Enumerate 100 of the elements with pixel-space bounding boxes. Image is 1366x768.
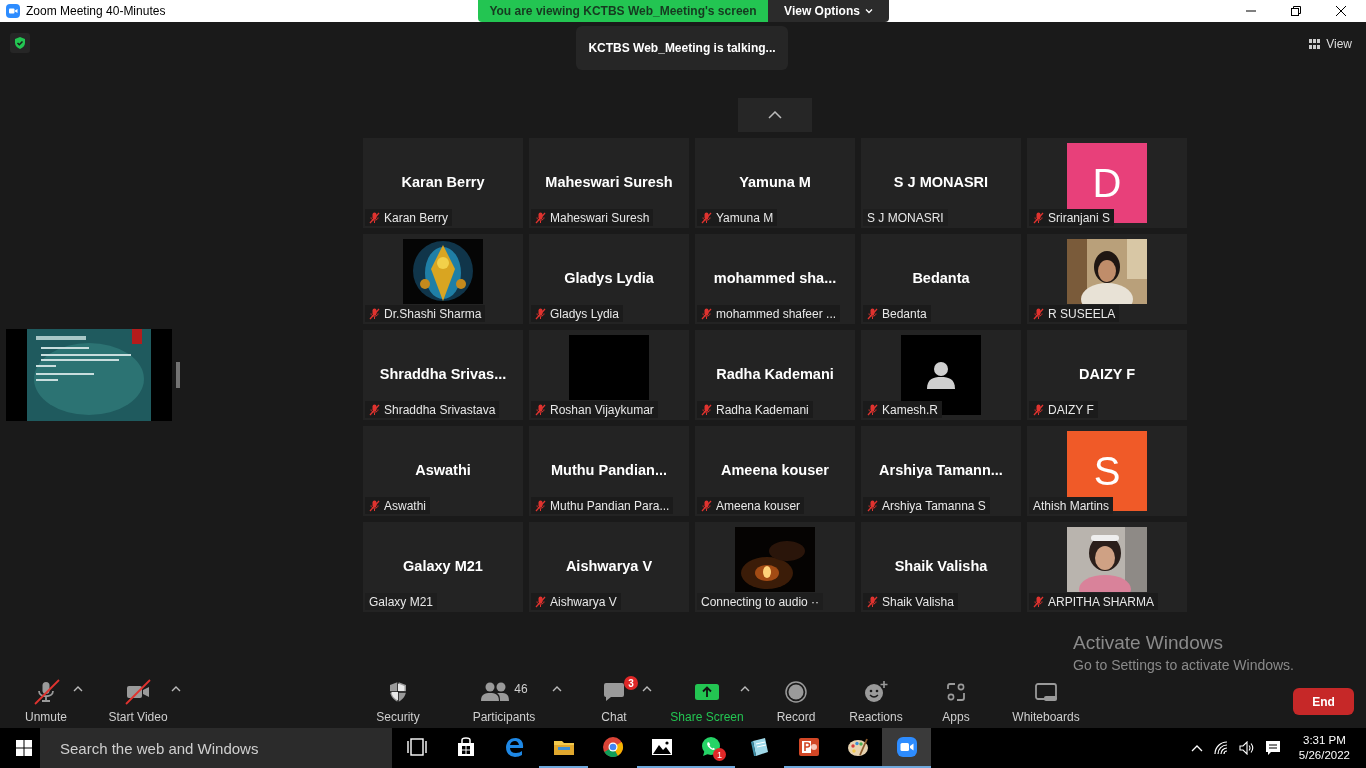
participant-label: Yamuna M [716,210,774,225]
participant-label: Shraddha Srivastava [384,402,496,417]
muted-mic-icon [369,403,380,416]
chevron-up-icon [642,686,652,692]
search-field[interactable]: Search the web and Windows [40,728,392,768]
participant-label: Shaik Valisha [882,594,954,609]
grid-icon [1309,39,1321,49]
participant-count: 46 [514,682,528,696]
participant-label: Kamesh.R [882,402,939,417]
participant-name: Gladys Lydia [564,270,654,286]
participant-label: Bedanta [882,306,927,321]
muted-mic-icon [369,307,380,320]
participant-name: Radha Kademani [716,366,834,382]
apps-button[interactable]: Apps [921,678,991,728]
clock-date: 5/26/2022 [1298,748,1350,763]
taskbar-app[interactable] [882,728,931,768]
resize-handle-icon[interactable] [176,362,180,388]
clock-time: 3:31 PM [1303,733,1346,748]
muted-mic-icon [1033,307,1044,320]
participant-label: Connecting to audio ·· [701,594,820,609]
whiteboard-icon [1034,681,1058,703]
speaker-icon[interactable] [1238,741,1255,755]
muted-mic-icon [867,595,878,608]
close-icon[interactable] [1336,6,1346,16]
wifi-icon[interactable] [1212,741,1229,755]
muted-mic-icon [701,499,712,512]
participants-button[interactable]: 46 Participants [469,678,539,728]
activation-text: Go to Settings to activate Windows. [1073,657,1294,673]
participant-name: S J MONASRI [893,174,989,190]
participant-label: Arshiya Tamanna S [882,498,986,513]
muted-mic-icon [535,307,546,320]
share-banner-text: You are viewing KCTBS Web_Meeting's screen [489,4,757,18]
participant-name: Karan Berry [401,174,485,190]
taskbar-app[interactable]: 1 [686,728,735,768]
notification-badge: 1 [713,748,726,761]
participant-label: Karan Berry [384,210,449,225]
shield-icon [387,680,409,704]
muted-mic-icon [535,595,546,608]
participant-name: Galaxy M21 [403,558,483,574]
muted-mic-icon [701,403,712,416]
participant-name: Shaik Valisha [894,558,988,574]
restore-icon[interactable] [1291,6,1301,16]
chevron-up-icon [552,686,562,692]
video-button[interactable]: Start Video [103,678,173,728]
window-title: Zoom Meeting 40-Minutes [26,4,166,18]
chrome-icon [600,735,625,759]
people-icon [480,681,511,703]
app-logo-icon [6,4,20,18]
end-meeting-button[interactable]: End [1293,688,1354,715]
participant-label: Dr.Shashi Sharma [384,306,482,321]
muted-mic-icon [1033,403,1044,416]
participant-label: mohammed shafeer ... [716,306,837,321]
audio-button[interactable]: Unmute [11,678,81,728]
chevron-up-icon[interactable] [1190,744,1203,752]
muted-mic-icon [867,499,878,512]
muted-mic-icon [535,403,546,416]
whiteboards-button[interactable]: Whiteboards [1011,678,1081,728]
participant-name: Maheswari Suresh [545,174,673,190]
muted-mic-icon [369,211,380,224]
participant-label: Ameena kouser [716,498,801,513]
muted-mic-icon [867,307,878,320]
muted-mic-icon [701,211,712,224]
unread-badge: 3 [624,676,638,690]
share-screen-icon [694,682,720,702]
muted-mic-icon [1033,595,1044,608]
presentation-icon [796,735,821,759]
chevron-up-icon [73,686,83,692]
chevron-up-icon [171,686,181,692]
participant-label: Gladys Lydia [550,306,619,321]
participant-name: mohammed sha... [713,270,837,286]
participant-name: Muthu Pandian... [551,462,667,478]
participant-label: Muthu Pandian Para... [550,498,670,513]
record-button[interactable]: Record [761,678,831,728]
muted-mic-icon [1033,211,1044,224]
encryption-badge[interactable] [10,33,30,53]
chevron-up-icon [740,686,750,692]
participant-name: Shraddha Srivas... [379,366,507,382]
security-button[interactable]: Security [363,678,433,728]
view-options-button[interactable]: View Options [768,0,889,22]
windows-start-icon[interactable] [16,740,32,756]
participant-label: Radha Kademani [716,402,809,417]
notification-icon[interactable] [1264,740,1281,756]
reactions-button[interactable]: Reactions [841,678,911,728]
participant-label: Aswathi [384,498,427,513]
muted-mic-icon [535,211,546,224]
chevron-up-icon [768,111,782,119]
person-icon [925,359,957,391]
participant-name: DAIZY F [1078,366,1136,382]
participant-name: Ameena kouser [721,462,829,478]
muted-mic-icon [867,403,878,416]
smiley-plus-icon [863,680,889,704]
chat-button[interactable]: 3 Chat [579,678,649,728]
participant-label: DAIZY F [1048,402,1094,417]
participant-label: S J MONASRI [867,210,944,225]
participant-label: Roshan Vijaykumar [550,402,654,417]
apps-icon [945,681,967,703]
participant-label: R SUSEELA [1048,306,1116,321]
speech-bubble-icon [602,681,626,703]
shield-check-icon [13,36,27,50]
share-button[interactable]: Share Screen [672,678,742,728]
